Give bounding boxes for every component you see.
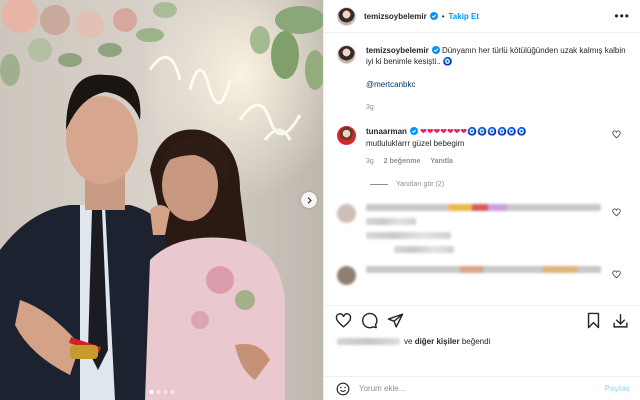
carousel-indicator	[149, 390, 174, 394]
blurred-comment	[337, 204, 627, 260]
comment-like-heart-icon[interactable]	[612, 208, 621, 217]
hearts-emoji: ❤❤❤❤❤❤❤	[420, 127, 468, 136]
verified-badge-icon	[429, 12, 438, 20]
view-replies-button[interactable]: Yanıtları gör (2)	[370, 181, 627, 188]
commenter-username[interactable]: tunaarman	[366, 127, 407, 136]
replies-divider	[370, 184, 388, 185]
comment-text: mutluluklarrr güzel bebegim	[366, 139, 465, 148]
post-photo[interactable]	[0, 0, 323, 400]
post-caption: temizsoybelemir Dünyanın her türlü kötül…	[337, 45, 627, 113]
carousel-dot	[156, 390, 160, 394]
nazar-emoji-row: 🧿🧿🧿🧿🧿🧿	[467, 127, 527, 136]
comment-input[interactable]	[359, 384, 605, 393]
likes-others[interactable]: diğer kişiler	[415, 337, 460, 346]
blurred-avatar	[337, 266, 356, 285]
comments-section[interactable]: temizsoybelemir Dünyanın her türlü kötül…	[324, 33, 640, 305]
caption-time[interactable]: 3g	[366, 102, 627, 113]
blurred-text	[366, 204, 601, 211]
share-icon[interactable]	[387, 312, 404, 329]
nazar-emoji: 🧿	[442, 57, 453, 66]
post-comment-button[interactable]: Paylaş	[605, 384, 630, 393]
likes-summary[interactable]: ve diğer kişiler beğendi	[337, 337, 490, 346]
comment-likes-count[interactable]: 2 beğenme	[384, 156, 421, 168]
comment-like-heart-icon[interactable]	[612, 270, 621, 279]
caption-username[interactable]: temizsoybelemir	[366, 46, 429, 55]
mention-link[interactable]: @mertcanbkc	[366, 79, 627, 90]
comment-time[interactable]: 3g	[366, 156, 374, 168]
carousel-dot	[163, 390, 167, 394]
reply-button[interactable]: Yanıtla	[430, 156, 453, 168]
bookmark-icon[interactable]	[585, 312, 602, 329]
chevron-right-icon	[307, 196, 312, 204]
verified-badge-icon	[431, 46, 440, 54]
blurred-text	[366, 218, 416, 225]
commenter-avatar[interactable]	[337, 126, 356, 145]
more-options-icon[interactable]: •••	[614, 10, 630, 22]
blurred-text	[366, 266, 601, 273]
header-separator: •	[441, 11, 445, 21]
likes-prefix: ve	[404, 337, 413, 346]
carousel-dot	[149, 390, 153, 394]
blurred-comment	[337, 266, 627, 285]
carousel-dot	[170, 390, 174, 394]
view-replies-label: Yanıtları gör (2)	[396, 181, 445, 188]
comment-like-heart-icon[interactable]	[612, 130, 621, 139]
blurred-liker-name	[337, 338, 400, 345]
comment-icon[interactable]	[361, 312, 378, 329]
heart-icon[interactable]	[335, 312, 352, 329]
comment-item: tunaarman ❤❤❤❤❤❤❤🧿🧿🧿🧿🧿🧿 mutluluklarrr gü…	[337, 126, 627, 168]
post-actions-bar	[324, 305, 640, 335]
verified-badge-icon	[409, 127, 418, 135]
blurred-avatar	[337, 204, 356, 223]
next-image-button[interactable]	[301, 192, 317, 208]
post-header: temizsoybelemir • Takip Et •••	[324, 0, 640, 33]
follow-button[interactable]: Takip Et	[449, 12, 480, 21]
author-username[interactable]: temizsoybelemir	[364, 12, 427, 21]
emoji-icon[interactable]	[336, 382, 350, 396]
download-icon[interactable]	[612, 312, 629, 329]
comment-meta: 3g 2 beğenme Yanıtla	[366, 156, 616, 168]
likes-suffix: beğendi	[461, 337, 491, 346]
author-avatar[interactable]	[337, 6, 356, 26]
couple-photo	[0, 0, 323, 400]
post-side-panel: temizsoybelemir • Takip Et ••• temizsoyb…	[323, 0, 640, 400]
caption-avatar[interactable]	[337, 45, 356, 64]
blurred-text	[394, 246, 454, 253]
add-comment-bar: Paylaş	[324, 376, 640, 400]
blurred-text	[366, 232, 451, 239]
